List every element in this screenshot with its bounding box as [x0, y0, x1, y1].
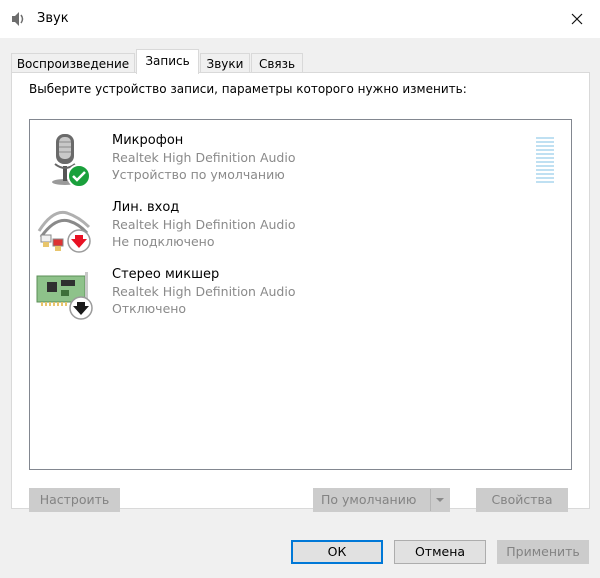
- device-name: Лин. вход: [112, 200, 180, 215]
- device-name: Стерео микшер: [112, 267, 220, 282]
- close-button[interactable]: [554, 0, 600, 38]
- sound-card-icon: [36, 272, 93, 320]
- speaker-icon: [12, 12, 24, 26]
- tab-label: Воспроизведение: [16, 57, 130, 71]
- level-meter: [536, 137, 554, 185]
- check-badge-icon: [67, 164, 91, 188]
- red-down-arrow-badge-icon: [67, 229, 91, 253]
- device-status: Не подключено: [112, 234, 215, 249]
- list-item-microphone[interactable]: Микрофон Realtek High Definition Audio У…: [30, 128, 554, 188]
- apply-button[interactable]: Применить: [497, 540, 589, 564]
- title-bar: Звук: [0, 0, 600, 38]
- instruction-text: Выберите устройство записи, параметры ко…: [29, 82, 467, 96]
- button-label: По умолчанию: [321, 492, 417, 507]
- tab-label: Связь: [258, 57, 296, 71]
- tab-sounds[interactable]: Звуки: [200, 53, 250, 73]
- list-item-stereo-mixer[interactable]: Стерео микшер Realtek High Definition Au…: [30, 262, 550, 322]
- tab-label: Запись: [145, 54, 190, 68]
- button-label: Отмена: [414, 544, 466, 559]
- window-title: Звук: [37, 11, 69, 26]
- tab-recording[interactable]: Запись: [136, 49, 199, 74]
- button-label: Применить: [506, 544, 580, 559]
- configure-button[interactable]: Настроить: [29, 488, 120, 512]
- microphone-icon: [52, 134, 91, 188]
- tab-label: Звуки: [206, 57, 244, 71]
- cancel-button[interactable]: Отмена: [394, 540, 486, 564]
- close-icon: [571, 13, 583, 25]
- button-label: ОК: [327, 544, 347, 559]
- list-item-line-in[interactable]: Лин. вход Realtek High Definition Audio …: [30, 195, 550, 255]
- tab-playback[interactable]: Воспроизведение: [11, 53, 135, 73]
- chevron-down-icon: [436, 498, 444, 502]
- dropdown-arrow-button[interactable]: [430, 489, 449, 511]
- tab-communications[interactable]: Связь: [251, 53, 303, 73]
- ok-button[interactable]: ОК: [291, 540, 383, 564]
- device-driver: Realtek High Definition Audio: [112, 217, 296, 232]
- black-down-arrow-badge-icon: [69, 296, 93, 320]
- line-in-cable-icon: [37, 210, 91, 253]
- device-driver: Realtek High Definition Audio: [112, 284, 296, 299]
- device-driver: Realtek High Definition Audio: [112, 150, 296, 165]
- properties-button[interactable]: Свойства: [476, 488, 568, 512]
- button-label: Свойства: [491, 492, 553, 507]
- device-list[interactable]: Микрофон Realtek High Definition Audio У…: [29, 119, 572, 470]
- device-status: Отключено: [112, 301, 187, 316]
- device-status: Устройство по умолчанию: [112, 167, 285, 182]
- set-default-split-button[interactable]: По умолчанию: [313, 488, 450, 512]
- dialog-client-area: Воспроизведение Запись Звуки Связь Выбер…: [0, 38, 600, 578]
- device-name: Микрофон: [112, 133, 184, 148]
- recording-tab-panel: Выберите устройство записи, параметры ко…: [11, 72, 590, 512]
- button-label: Настроить: [39, 492, 110, 507]
